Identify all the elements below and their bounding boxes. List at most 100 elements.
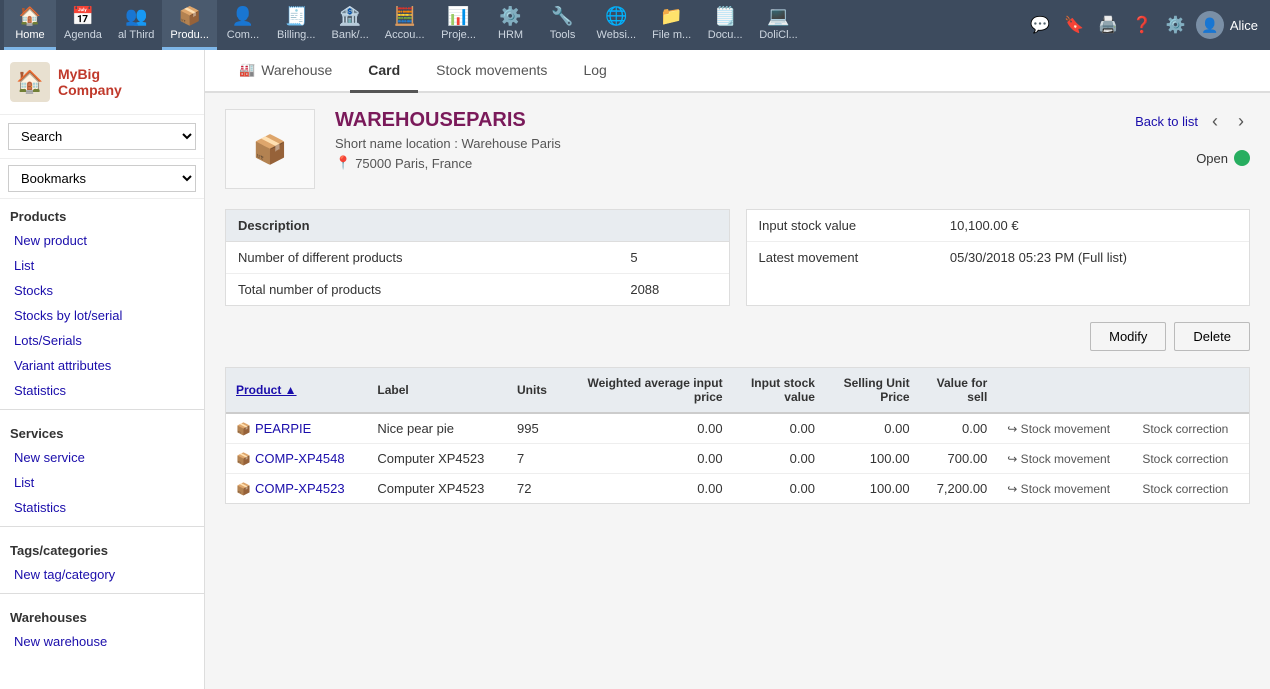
third-icon: 👥	[125, 6, 147, 27]
stock-correction-link-2[interactable]: Stock correction	[1142, 452, 1239, 466]
help-icon[interactable]: ❓	[1128, 11, 1156, 39]
nav-dolicli[interactable]: 💻 DoliCl...	[751, 0, 806, 50]
back-to-list-link[interactable]: Back to list	[1135, 114, 1198, 129]
main-layout: 🏠 MyBigCompany Search Bookmarks Products…	[0, 50, 1270, 689]
topnav-right: 💬 🔖 🖨️ ❓ ⚙️ 👤 Alice	[1026, 11, 1266, 39]
label-cell: Nice pear pie	[367, 413, 507, 444]
nav-agenda[interactable]: 📅 Agenda	[56, 0, 110, 50]
nav-billing[interactable]: 🧾 Billing...	[269, 0, 324, 50]
col-label: Label	[367, 368, 507, 413]
info-tables-row: Description Number of different products…	[225, 209, 1250, 306]
settings-icon[interactable]: ⚙️	[1162, 11, 1190, 39]
nav-hrm[interactable]: ⚙️ HRM	[485, 0, 537, 50]
isv-cell: 0.00	[733, 474, 825, 504]
isv-cell: 0.00	[733, 444, 825, 474]
warehouse-status: Open	[1196, 150, 1250, 166]
warehouse-address: 📍 75000 Paris, France	[335, 155, 1115, 171]
nav-third[interactable]: 👥 al Third	[110, 0, 162, 50]
nav-tools[interactable]: 🔧 Tools	[537, 0, 589, 50]
accounting-icon: 🧮	[393, 6, 415, 27]
bookmark-icon[interactable]: 🔖	[1060, 11, 1088, 39]
bookmarks-dropdown[interactable]: Bookmarks	[8, 165, 196, 192]
nav-websites[interactable]: 🌐 Websi...	[589, 0, 645, 50]
user-name: Alice	[1230, 18, 1258, 33]
sidebar-item-new-service[interactable]: New service	[0, 445, 204, 470]
stock-movement-link-3[interactable]: ↪ Stock movement	[1007, 482, 1122, 496]
main-content: 🏭 Warehouse Card Stock movements Log 📦 W…	[205, 50, 1270, 689]
nav-products[interactable]: 📦 Produ...	[162, 0, 217, 50]
delete-button[interactable]: Delete	[1174, 322, 1250, 351]
nav-home[interactable]: 🏠 Home	[4, 0, 56, 50]
search-dropdown[interactable]: Search	[8, 123, 196, 150]
isv-cell: 0.00	[733, 413, 825, 444]
sup-cell: 100.00	[825, 474, 920, 504]
sidebar-item-lots[interactable]: Lots/Serials	[0, 328, 204, 353]
tab-log-label: Log	[583, 62, 606, 78]
latest-movement-label: Latest movement	[747, 242, 938, 274]
sidebar-section-tags: Tags/categories	[0, 533, 204, 562]
label-cell: Computer XP4523	[367, 444, 507, 474]
sidebar-item-new-warehouse[interactable]: New warehouse	[0, 629, 204, 654]
tab-stock-movements[interactable]: Stock movements	[418, 50, 565, 93]
logo-icon: 🏠	[10, 62, 50, 102]
location-icon: 📍	[335, 155, 351, 171]
warehouse-name: WAREHOUSEPARIS	[335, 109, 1115, 132]
warehouse-tab-icon: 🏭	[239, 62, 255, 78]
sc-cell: Stock correction	[1132, 474, 1249, 504]
info-row-total-products: Total number of products 2088	[226, 274, 729, 306]
modify-button[interactable]: Modify	[1090, 322, 1166, 351]
nav-commercial[interactable]: 👤 Com...	[217, 0, 269, 50]
stock-correction-link-3[interactable]: Stock correction	[1142, 482, 1239, 496]
stock-movement-link-2[interactable]: ↪ Stock movement	[1007, 452, 1122, 466]
user-badge[interactable]: 👤 Alice	[1196, 11, 1258, 39]
nav-products-label: Produ...	[170, 29, 209, 41]
wh-right-actions: Back to list ‹ › Open	[1135, 109, 1250, 166]
tab-warehouse[interactable]: 🏭 Warehouse	[221, 50, 350, 93]
sidebar-section-products: Products	[0, 199, 204, 228]
stock-movement-link-1[interactable]: ↪ Stock movement	[1007, 422, 1122, 436]
action-buttons: Modify Delete	[225, 322, 1250, 351]
sidebar-item-stats-products[interactable]: Statistics	[0, 378, 204, 403]
col-waip: Weighted average inputprice	[562, 368, 733, 413]
stock-correction-link-1[interactable]: Stock correction	[1142, 422, 1239, 436]
col-sm	[997, 368, 1132, 413]
sidebar-item-stocks-lot[interactable]: Stocks by lot/serial	[0, 303, 204, 328]
prev-arrow[interactable]: ‹	[1206, 109, 1224, 134]
sidebar-item-new-tag[interactable]: New tag/category	[0, 562, 204, 587]
sm-cell: ↪ Stock movement	[997, 413, 1132, 444]
tab-card[interactable]: Card	[350, 50, 418, 93]
tab-log[interactable]: Log	[565, 50, 624, 93]
sidebar-item-variant[interactable]: Variant attributes	[0, 353, 204, 378]
nav-files[interactable]: 📁 File m...	[644, 0, 699, 50]
logo-text: MyBigCompany	[58, 66, 122, 98]
billing-icon: 🧾	[285, 6, 307, 27]
table-row: 📦 COMP-XP4523 Computer XP4523 72 0.00 0.…	[226, 474, 1249, 504]
units-cell: 995	[507, 413, 562, 444]
col-product[interactable]: Product ▲	[226, 368, 367, 413]
sm-cell: ↪ Stock movement	[997, 444, 1132, 474]
nav-bank[interactable]: 🏦 Bank/...	[323, 0, 376, 50]
product-link-pearpie[interactable]: 📦 PEARPIE	[236, 421, 357, 436]
nav-accounting[interactable]: 🧮 Accou...	[377, 0, 433, 50]
nav-agenda-label: Agenda	[64, 29, 102, 41]
sidebar-section-warehouses: Warehouses	[0, 600, 204, 629]
products-table: Product ▲ Label Units Weighted average i…	[226, 368, 1249, 503]
print-icon[interactable]: 🖨️	[1094, 11, 1122, 39]
sidebar-item-list-services[interactable]: List	[0, 470, 204, 495]
files-icon: 📁	[660, 6, 682, 27]
waip-cell: 0.00	[562, 474, 733, 504]
next-arrow[interactable]: ›	[1232, 109, 1250, 134]
nav-documents[interactable]: 🗒️ Docu...	[699, 0, 751, 50]
status-label: Open	[1196, 151, 1228, 166]
nav-projects[interactable]: 📊 Proje...	[433, 0, 485, 50]
product-link-comp-xp4548[interactable]: 📦 COMP-XP4548	[236, 451, 357, 466]
sidebar-item-stocks[interactable]: Stocks	[0, 278, 204, 303]
product-link-comp-xp4523[interactable]: 📦 COMP-XP4523	[236, 481, 357, 496]
sup-cell: 100.00	[825, 444, 920, 474]
sidebar-item-stats-services[interactable]: Statistics	[0, 495, 204, 520]
sidebar-item-list-products[interactable]: List	[0, 253, 204, 278]
chat-icon[interactable]: 💬	[1026, 11, 1054, 39]
different-products-label: Number of different products	[226, 242, 618, 274]
dolicli-icon: 💻	[767, 6, 789, 27]
sidebar-item-new-product[interactable]: New product	[0, 228, 204, 253]
